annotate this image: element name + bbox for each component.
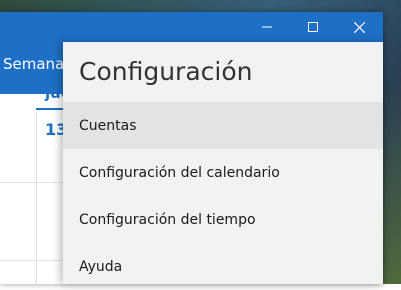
grid-divider	[0, 260, 70, 261]
settings-item-weather-settings[interactable]: Configuración del tiempo	[63, 196, 383, 243]
settings-item-label: Cuentas	[79, 117, 137, 134]
close-icon	[353, 21, 365, 33]
maximize-button[interactable]	[290, 12, 336, 42]
settings-item-calendar-settings[interactable]: Configuración del calendario	[63, 149, 383, 196]
minimize-button[interactable]	[244, 12, 290, 42]
grid-divider	[0, 182, 70, 183]
settings-item-label: Ayuda	[79, 258, 123, 275]
settings-panel: Configuración Cuentas Configuración del …	[63, 42, 383, 284]
settings-item-help[interactable]: Ayuda	[63, 243, 383, 290]
minimize-icon	[262, 26, 272, 28]
settings-item-label: Configuración del tiempo	[79, 211, 256, 228]
close-button[interactable]	[336, 12, 382, 42]
settings-item-accounts[interactable]: Cuentas	[63, 102, 383, 149]
title-bar[interactable]	[0, 12, 383, 42]
settings-item-label: Configuración del calendario	[79, 164, 280, 181]
grid-divider	[36, 112, 37, 284]
maximize-icon	[308, 22, 318, 32]
panel-title: Configuración	[79, 57, 253, 86]
